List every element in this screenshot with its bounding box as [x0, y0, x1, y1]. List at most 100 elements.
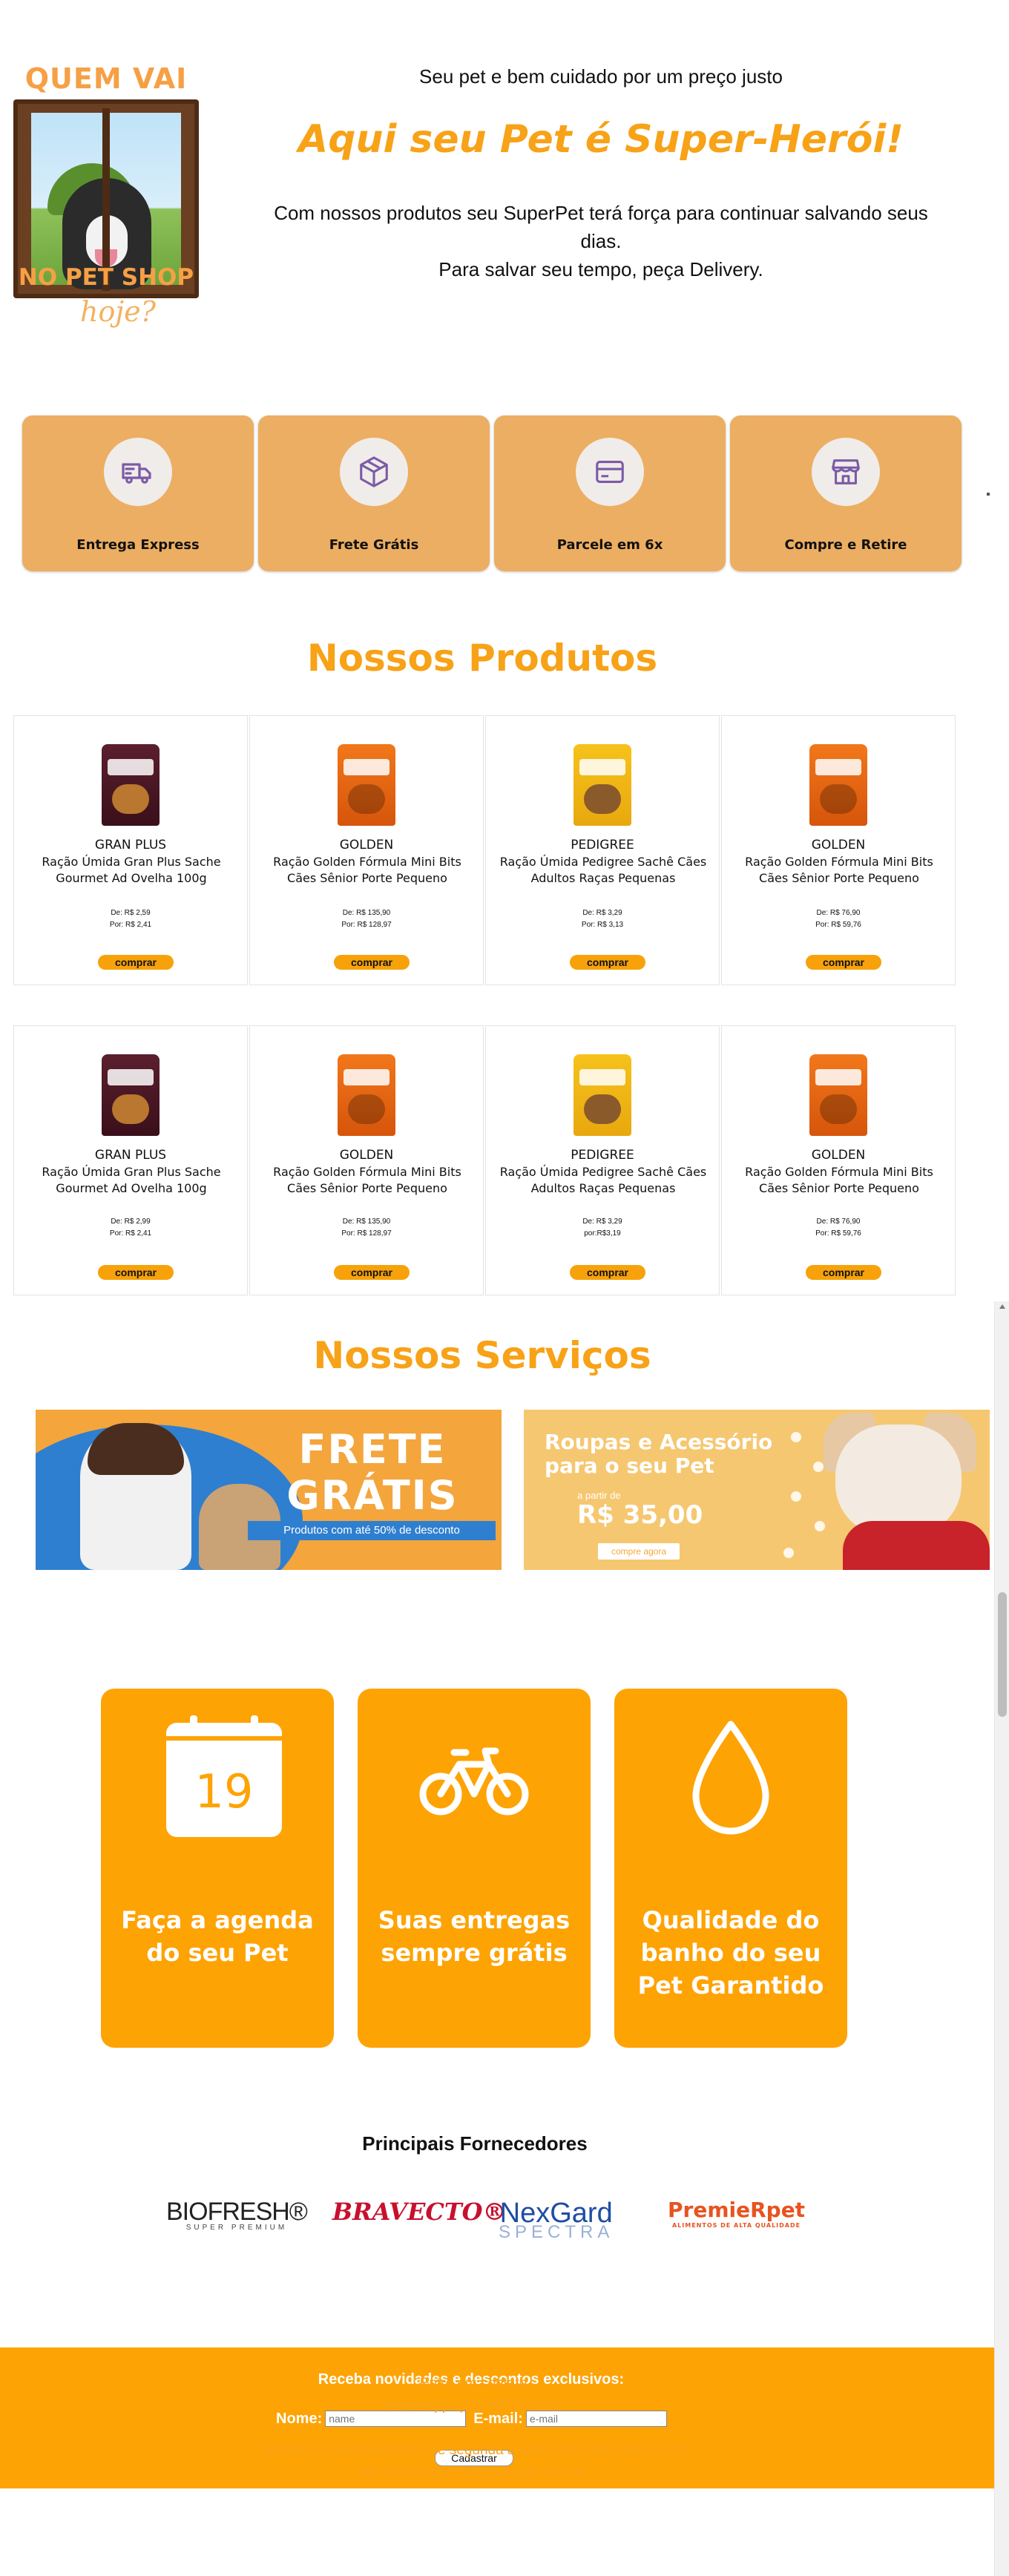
product-card[interactable]: PEDIGREE Ração Úmida Pedigree Sachê Cães…	[485, 715, 720, 985]
product-image[interactable]	[102, 1054, 160, 1136]
feature-card-entrega[interactable]: Entrega Express	[22, 415, 254, 571]
decor-dot	[813, 1462, 824, 1472]
price-old: De: R$ 3,29	[582, 1218, 622, 1226]
product-image[interactable]	[573, 1054, 631, 1136]
supplier-logo-bravecto[interactable]: BRAVECTO®	[332, 2198, 507, 2226]
buy-button[interactable]: comprar	[334, 955, 410, 970]
logo-bottom-text: NO PET SHOP	[18, 264, 194, 291]
product-brand: GRAN PLUS	[94, 838, 167, 852]
buy-button[interactable]: comprar	[806, 955, 881, 970]
feature-card-parcele[interactable]: Parcele em 6x	[494, 415, 726, 571]
page-scrollbar[interactable]	[994, 1301, 1009, 2576]
bicycle-icon	[419, 1747, 529, 1816]
product-card[interactable]: PEDIGREE Ração Úmida Pedigree Sachê Cães…	[485, 1025, 720, 1295]
product-card[interactable]: GRAN PLUS Ração Úmida Gran Plus Sache Gou…	[13, 1025, 248, 1295]
price-old: De: R$ 135,90	[342, 1218, 391, 1226]
supplier-subtitle: SPECTRA	[499, 2222, 614, 2242]
promise-card-banho[interactable]: Qualidade do banho do seu Pet Garantido	[614, 1689, 847, 2048]
product-name[interactable]: Ração Golden Fórmula Mini Bits Cães Sênio…	[729, 1164, 949, 1197]
product-name-line: Adultos Raças Pequenas	[530, 1181, 676, 1195]
banner-title: GRÁTIS	[286, 1472, 459, 1519]
feature-label: Entrega Express	[76, 537, 200, 553]
supplier-logo-premierpet[interactable]: PremieRpet ALIMENTOS DE ALTA QUALIDADE	[668, 2198, 805, 2229]
promise-card-agenda[interactable]: 19 Faça a agenda do seu Pet	[101, 1689, 334, 2048]
decor-dot	[791, 1491, 801, 1502]
price-new: Por: R$ 59,76	[815, 921, 861, 929]
feature-label: Parcele em 6x	[556, 537, 663, 553]
hero-desc-line: dias.	[580, 230, 622, 252]
product-image[interactable]	[338, 1054, 395, 1136]
hero-title: Aqui seu Pet é Super-Herói!	[298, 117, 904, 162]
stray-dot	[987, 493, 990, 496]
promise-card-entregas[interactable]: Suas entregas sempre grátis	[358, 1689, 591, 2048]
buy-button[interactable]: comprar	[98, 1265, 174, 1280]
product-name-line: Ração Úmida Gran Plus Sache	[42, 855, 221, 869]
promise-line: Faça a agenda	[121, 1906, 314, 1934]
price-new: Por: R$ 2,41	[109, 921, 152, 929]
hero-desc-line: Com nossos produtos seu SuperPet terá fo…	[274, 202, 928, 224]
product-image[interactable]	[809, 744, 867, 826]
product-image[interactable]	[102, 744, 160, 826]
feature-card-frete[interactable]: Frete Grátis	[258, 415, 490, 571]
calendar-day: 19	[194, 1764, 254, 1818]
feature-icon-circle	[812, 438, 880, 506]
buy-button[interactable]: comprar	[570, 1265, 645, 1280]
buy-button[interactable]: comprar	[570, 955, 645, 970]
supplier-logo-nexgard[interactable]: NexGard SPECTRA	[499, 2198, 614, 2243]
chihuahua-sweater	[843, 1521, 990, 1570]
product-image[interactable]	[573, 744, 631, 826]
roupas-acessorios-banner[interactable]: Roupas e Acessório para o seu Pet a part…	[524, 1410, 990, 1570]
chihuahua-head	[835, 1425, 962, 1536]
feature-card-retire[interactable]: Compre e Retire	[730, 415, 962, 571]
store-icon	[832, 459, 860, 484]
product-card[interactable]: GOLDEN Ração Golden Fórmula Mini Bits Cãe…	[721, 715, 956, 985]
price-new: por:R$3,19	[584, 1229, 621, 1238]
footer-email[interactable]: sac.ecommerce@popularpet.com.br	[0, 2465, 947, 2481]
product-name-line: Cães Sênior Porte Pequeno	[759, 1181, 919, 1195]
product-name[interactable]: Ração Úmida Gran Plus Sache Gourmet Ad Ov…	[22, 1164, 241, 1197]
decor-dot	[783, 1548, 794, 1558]
brand-logo[interactable]: QUEM VAI NO PET SHOP hoje?	[13, 62, 199, 344]
footer-whatsapp[interactable]: WhatsApp: (12) 99737-9009	[0, 2398, 947, 2414]
product-image[interactable]	[338, 744, 395, 826]
scroll-up-arrow-icon[interactable]	[999, 1304, 1005, 1309]
logo-top-text: QUEM VAI	[24, 62, 188, 95]
product-image[interactable]	[809, 1054, 867, 1136]
supplier-logo-biofresh[interactable]: BIOFRESH® SUPER PREMIUM	[166, 2198, 308, 2232]
product-card[interactable]: GOLDEN Ração Golden Fórmula Mini Bits Cãe…	[721, 1025, 956, 1295]
product-name-line: Ração Golden Fórmula Mini Bits	[273, 1165, 461, 1179]
price-old: De: R$ 2,99	[111, 1218, 151, 1226]
product-card[interactable]: GOLDEN Ração Golden Fórmula Mini Bits Cãe…	[249, 1025, 484, 1295]
product-name[interactable]: Ração Úmida Pedigree Sachê Cães Adultos R…	[493, 1164, 713, 1197]
banner-prefix: a partir de	[577, 1490, 621, 1501]
product-card[interactable]: GOLDEN Ração Golden Fórmula Mini Bits Cãe…	[249, 715, 484, 985]
product-name-line: Ração Golden Fórmula Mini Bits	[745, 855, 933, 869]
buy-button[interactable]: comprar	[806, 1265, 881, 1280]
product-brand: GOLDEN	[811, 1148, 866, 1163]
feature-icon-circle	[104, 438, 172, 506]
product-name[interactable]: Ração Úmida Pedigree Sachê Cães Adultos R…	[493, 854, 713, 887]
buy-button[interactable]: comprar	[98, 955, 174, 970]
product-name[interactable]: Ração Úmida Gran Plus Sache Gourmet Ad Ov…	[22, 854, 241, 887]
product-name[interactable]: Ração Golden Fórmula Mini Bits Cães Sênio…	[257, 854, 477, 887]
product-name[interactable]: Ração Golden Fórmula Mini Bits Cães Sênio…	[257, 1164, 477, 1197]
promise-line: do seu Pet	[146, 1939, 289, 1967]
product-brand: GOLDEN	[339, 838, 394, 852]
scroll-thumb[interactable]	[998, 1592, 1007, 1717]
frete-gratis-banner[interactable]: FRETE GRÁTIS Produtos com até 50% de des…	[36, 1410, 502, 1570]
feature-icon-circle	[340, 438, 408, 506]
supplier-subtitle: SUPER PREMIUM	[185, 2224, 288, 2232]
product-name[interactable]: Ração Golden Fórmula Mini Bits Cães Sênio…	[729, 854, 949, 887]
banner-cta-button[interactable]: compre agora	[598, 1543, 680, 1560]
product-name-line: Ração Úmida Gran Plus Sache	[42, 1165, 221, 1179]
supplier-subtitle: ALIMENTOS DE ALTA QUALIDADE	[671, 2222, 801, 2229]
price-old: De: R$ 76,90	[816, 1218, 861, 1226]
price-new: Por: R$ 59,76	[815, 1229, 861, 1238]
product-card[interactable]: GRAN PLUS Ração Úmida Gran Plus Sache Gou…	[13, 715, 248, 985]
services-title: Nossos Serviços	[313, 1334, 651, 1377]
feature-icon-circle	[576, 438, 644, 506]
product-name-line: Adultos Raças Pequenas	[530, 871, 676, 885]
buy-button[interactable]: comprar	[334, 1265, 410, 1280]
product-name-line: Ração Golden Fórmula Mini Bits	[745, 1165, 933, 1179]
price-old: De: R$ 135,90	[342, 909, 391, 917]
